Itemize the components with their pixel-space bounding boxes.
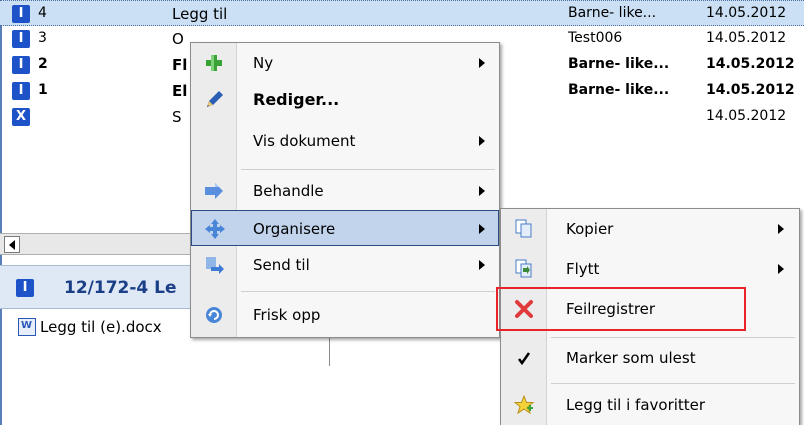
menu-item-label: Rediger... <box>253 90 340 109</box>
row-title: Fl <box>172 56 188 74</box>
menu-item-label: Vis dokument <box>253 132 356 150</box>
green-plus-icon <box>203 53 225 73</box>
row-date: 14.05.2012 <box>706 108 787 124</box>
copy-icon <box>513 219 535 239</box>
row-date: 14.05.2012 <box>706 5 787 21</box>
incoming-type-icon: I <box>12 56 30 74</box>
menu-item-kopier[interactable]: Kopier <box>501 211 799 247</box>
incoming-type-icon: I <box>12 5 30 23</box>
highlight-annotation-box <box>496 287 746 331</box>
menu-item-label: Legg til i favoritter <box>566 396 706 414</box>
submenu-arrow-icon <box>479 136 485 146</box>
move-document-icon <box>513 259 535 279</box>
row-title: El <box>172 82 188 100</box>
submenu-arrow-icon <box>479 224 485 234</box>
incoming-type-icon: I <box>12 30 30 48</box>
table-row[interactable]: I 4 Legg til Barne- like... 14.05.2012 <box>0 0 804 26</box>
row-date: 14.05.2012 <box>706 56 795 72</box>
row-title: O <box>172 30 184 48</box>
pencil-icon <box>203 89 225 109</box>
menu-item-legg-til-i-favoritter[interactable]: Legg til i favoritter <box>501 387 799 423</box>
menu-item-label: Frisk opp <box>253 306 321 324</box>
menu-item-frisk-opp[interactable]: Frisk opp <box>191 297 499 333</box>
row-sender: Barne- like... <box>568 5 657 21</box>
submenu-arrow-icon <box>778 224 784 234</box>
case-type-icon: I <box>16 279 34 297</box>
checkmark-icon <box>513 348 535 368</box>
row-sender: Test006 <box>568 30 623 46</box>
menu-separator <box>241 291 495 292</box>
submenu-arrow-icon <box>778 264 784 274</box>
refresh-icon <box>203 305 225 325</box>
context-menu: Ny Rediger... Vis dokument Behandle Orga… <box>190 42 500 338</box>
document-label: Legg til (e).docx <box>40 318 162 336</box>
menu-item-label: Kopier <box>566 220 614 238</box>
menu-item-organisere[interactable]: Organisere <box>191 210 499 246</box>
row-title: S <box>172 108 182 126</box>
row-number: 1 <box>38 82 48 98</box>
menu-item-rediger[interactable]: Rediger... <box>191 81 499 117</box>
menu-separator <box>241 169 495 170</box>
horizontal-scrollbar[interactable] <box>0 233 200 255</box>
submenu-arrow-icon <box>479 186 485 196</box>
case-title: 12/172-4 Le <box>64 278 177 298</box>
row-title: Legg til <box>172 5 228 23</box>
case-header: I 12/172-4 Le <box>0 265 200 309</box>
menu-item-label: Send til <box>253 256 310 274</box>
scroll-left-button[interactable] <box>4 236 20 253</box>
row-sender: Barne- like... <box>568 82 670 98</box>
menu-item-label: Marker som ulest <box>566 349 696 367</box>
menu-separator <box>551 383 795 384</box>
row-number: 3 <box>38 30 47 46</box>
menu-item-send-til[interactable]: Send til <box>191 247 499 283</box>
submenu-arrow-icon <box>479 58 485 68</box>
row-date: 14.05.2012 <box>706 30 787 46</box>
menu-item-label: Flytt <box>566 260 600 278</box>
row-number: 4 <box>38 5 47 21</box>
move-cross-icon <box>204 219 226 239</box>
menu-item-label: Organisere <box>253 220 336 238</box>
menu-item-ny[interactable]: Ny <box>191 45 499 81</box>
menu-item-label: Ny <box>253 54 274 72</box>
word-document-icon <box>18 318 36 336</box>
incoming-type-icon: I <box>12 82 30 100</box>
favorite-star-icon <box>513 394 535 415</box>
process-arrow-icon <box>203 181 225 201</box>
menu-item-label: Behandle <box>253 182 324 200</box>
menu-item-flytt[interactable]: Flytt <box>501 251 799 287</box>
menu-item-vis-dokument[interactable]: Vis dokument <box>191 123 499 159</box>
menu-item-marker-som-ulest[interactable]: Marker som ulest <box>501 340 799 376</box>
send-to-icon <box>203 255 225 275</box>
row-number: 2 <box>38 56 48 72</box>
menu-item-behandle[interactable]: Behandle <box>191 173 499 209</box>
internal-type-icon: X <box>12 108 30 126</box>
row-date: 14.05.2012 <box>706 82 795 98</box>
submenu-arrow-icon <box>479 260 485 270</box>
menu-separator <box>551 337 795 338</box>
row-sender: Barne- like... <box>568 56 670 72</box>
